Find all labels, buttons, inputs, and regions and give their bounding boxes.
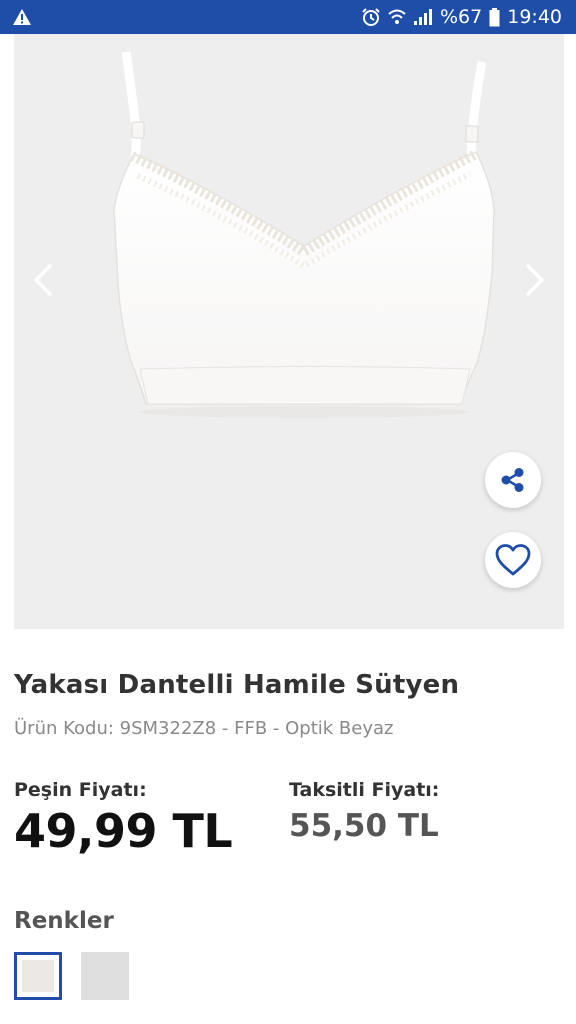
battery-percent: %67 xyxy=(440,6,483,28)
installment-price-label: Taksitli Fiyatı: xyxy=(289,779,440,801)
clock: 19:40 xyxy=(507,6,562,28)
chevron-right-icon[interactable] xyxy=(520,260,550,300)
favorite-button[interactable] xyxy=(485,532,541,588)
warning-icon xyxy=(13,9,31,25)
battery-icon xyxy=(489,7,500,26)
color-swatch-fill xyxy=(22,960,54,992)
color-swatch-white[interactable] xyxy=(14,952,62,1000)
status-bar: %67 19:40 xyxy=(0,0,576,34)
product-title: Yakası Dantelli Hamile Sütyen xyxy=(14,670,460,700)
cash-price: 49,99 TL xyxy=(14,804,233,858)
heart-icon xyxy=(495,544,531,576)
colors-title: Renkler xyxy=(14,908,114,934)
installment-price: 55,50 TL xyxy=(289,808,439,844)
product-gallery[interactable] xyxy=(14,34,564,629)
wifi-icon xyxy=(388,9,406,24)
share-button[interactable] xyxy=(485,452,541,508)
product-image xyxy=(113,51,495,418)
alarm-icon xyxy=(362,8,380,26)
cash-price-label: Peşin Fiyatı: xyxy=(14,779,147,801)
color-swatch-gray[interactable] xyxy=(81,952,129,1000)
product-code: Ürün Kodu: 9SM322Z8 - FFB - Optik Beyaz xyxy=(14,718,394,739)
share-icon xyxy=(501,468,524,492)
chevron-left-icon[interactable] xyxy=(28,260,58,300)
signal-icon xyxy=(414,9,432,25)
